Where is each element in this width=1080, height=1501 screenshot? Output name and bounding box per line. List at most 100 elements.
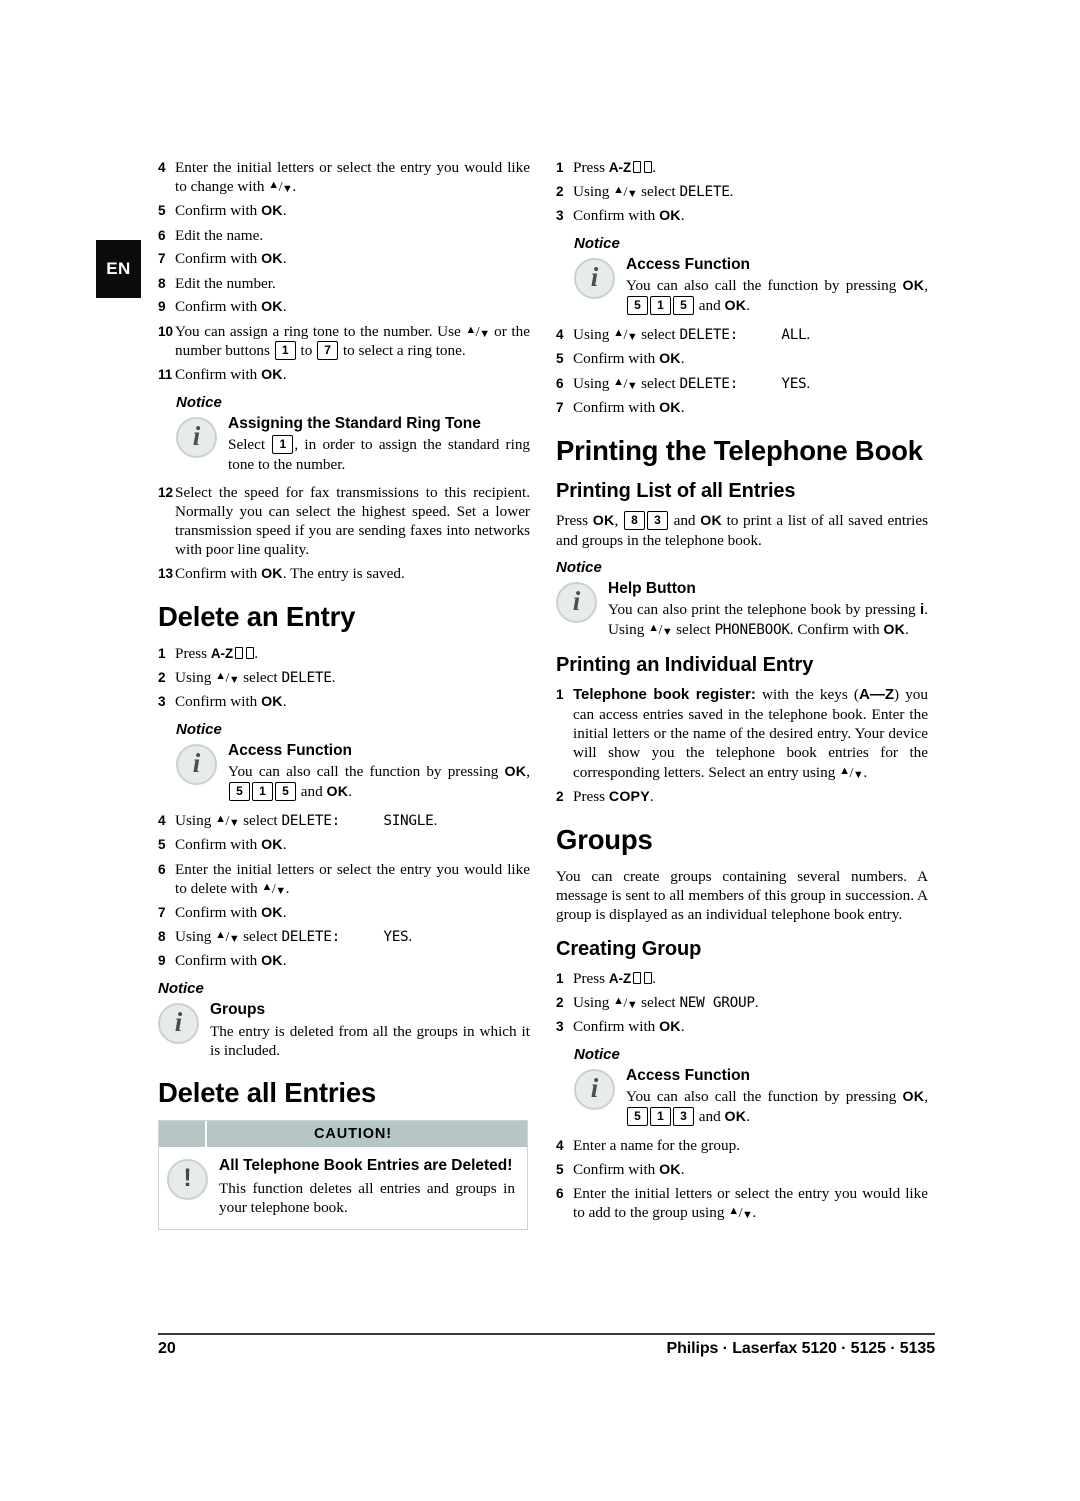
- telephone-book-icon: [633, 161, 653, 174]
- step-number: 7: [158, 251, 166, 267]
- ok-key-label: OK: [261, 203, 283, 220]
- numbered-step: 11 Confirm with OK.: [158, 365, 530, 385]
- notice-label: Notice: [176, 393, 222, 411]
- step-number: 6: [556, 375, 564, 391]
- caution-heading: All Telephone Book Entries are Deleted!: [219, 1157, 513, 1175]
- step-number: 3: [556, 207, 564, 223]
- ok-key-label: OK: [261, 953, 283, 970]
- numbered-step: 2 Using ▲/▼ select DELETE.: [556, 182, 928, 202]
- numbered-step: 5 Confirm with OK.: [158, 835, 530, 855]
- display-text: DELETE: YES: [679, 375, 807, 392]
- notice-text: You can also call the function by pressi…: [626, 1088, 928, 1127]
- caution-icon: !: [167, 1159, 208, 1201]
- display-text: DELETE: [679, 183, 730, 200]
- number-key-7: 7: [317, 341, 339, 361]
- notice-block: Notice i Help Button You can also print the…: [556, 559, 928, 640]
- numbered-step: 3 Confirm with OK.: [556, 1017, 928, 1037]
- step-number: 6: [158, 861, 166, 877]
- left-column: 4 Enter the initial letters or select the…: [158, 158, 531, 1231]
- numbered-step: 2 Using ▲/▼ select NEW GROUP.: [556, 993, 928, 1013]
- step-number: 2: [556, 788, 564, 804]
- groups-paragraph: You can create groups containing several…: [556, 867, 928, 924]
- step-text: Confirm with OK. The entry is saved.: [175, 564, 405, 582]
- step-text: Using ▲/▼ select DELETE: SINGLE.: [175, 811, 438, 829]
- ok-key-label: OK: [261, 904, 283, 921]
- help-key-label: i: [920, 601, 925, 619]
- numbered-step: 6 Enter the initial letters or select the…: [556, 1184, 928, 1223]
- step-number: 1: [556, 971, 564, 987]
- step-text: Edit the name.: [175, 226, 264, 244]
- a-z-keys-label: A—Z: [858, 686, 894, 704]
- notice-text: The entry is deleted from all the groups…: [210, 1022, 530, 1059]
- numbered-step: 2 Press COPY.: [556, 787, 928, 807]
- copy-key-label: COPY: [608, 788, 650, 805]
- ok-key-label: OK: [883, 622, 906, 639]
- numbered-step: 8 Using ▲/▼ select DELETE: YES.: [158, 927, 530, 947]
- step-text: Confirm with OK.: [175, 952, 287, 970]
- display-text: DELETE: YES: [281, 929, 409, 946]
- step-number: 9: [158, 953, 166, 969]
- display-text: DELETE: [281, 669, 332, 686]
- notice-heading: Access Function: [228, 741, 353, 759]
- notice-text: Select 1, in order to assign the standar…: [228, 435, 531, 473]
- number-key-5: 5: [275, 782, 296, 802]
- numbered-step: 4 Using ▲/▼ select DELETE: ALL.: [556, 325, 928, 345]
- step-text: Enter a name for the group.: [573, 1137, 740, 1155]
- step-bold-lead: Telephone book register:: [573, 686, 756, 704]
- footer-brand: Philips · Laserfax 5120 · 5125 · 5135: [666, 1340, 936, 1357]
- display-text: DELETE: ALL: [679, 327, 807, 344]
- caution-icon-slot: !: [167, 1157, 219, 1217]
- numbered-step: 1 Press A-Z.: [556, 158, 928, 177]
- numbered-step: 3 Confirm with OK.: [158, 692, 530, 712]
- step-text: Confirm with OK.: [175, 692, 287, 710]
- ok-key-label: OK: [592, 512, 615, 529]
- info-icon: i: [556, 581, 597, 623]
- numbered-step: 7 Confirm with OK.: [556, 398, 928, 418]
- notice-text: You can also call the function by pressi…: [228, 763, 530, 802]
- numbered-step: 7 Confirm with OK.: [158, 903, 530, 923]
- up-down-arrow-icon: ▲/▼: [728, 1205, 753, 1222]
- ok-key-label: OK: [659, 399, 681, 416]
- step-text: Using ▲/▼ select DELETE: YES.: [573, 374, 811, 392]
- step-number: 5: [158, 837, 166, 853]
- notice-block: Notice i Access Function You can also call …: [574, 1046, 928, 1127]
- ok-key-label: OK: [261, 693, 283, 710]
- notice-heading: Access Function: [626, 1066, 751, 1084]
- step-text: Confirm with OK.: [175, 202, 287, 220]
- up-down-arrow-icon: ▲/▼: [261, 880, 286, 897]
- step-number: 5: [556, 1161, 564, 1177]
- numbered-step: 5 Confirm with OK.: [556, 349, 928, 369]
- a-z-key-label: A-Z: [608, 971, 632, 987]
- numbered-step: 3 Confirm with OK.: [556, 206, 928, 226]
- numbered-step: 8 Edit the number.: [158, 274, 530, 293]
- number-key-8: 8: [623, 510, 645, 530]
- footer: 20 Philips · Laserfax 5120 · 5125 · 5135: [158, 1340, 935, 1358]
- numbered-step: 1 Press A-Z.: [556, 969, 928, 988]
- ok-key-label: OK: [261, 299, 283, 316]
- step-text: Edit the number.: [175, 274, 276, 292]
- ok-key-label: OK: [659, 207, 681, 224]
- step-text: Using ▲/▼ select NEW GROUP.: [573, 993, 759, 1011]
- step-number: 4: [556, 1138, 564, 1154]
- ok-key-label: OK: [700, 512, 722, 529]
- step-number: 2: [158, 669, 166, 685]
- step-text: You can assign a ring tone to the number…: [175, 322, 530, 361]
- step-text: Press A-Z.: [573, 159, 656, 176]
- caution-box: CAUTION!! All Telephone Book Entries are …: [158, 1120, 528, 1231]
- numbered-step: 7 Confirm with OK.: [158, 249, 530, 269]
- step-text: Confirm with OK.: [573, 398, 685, 416]
- step-text: Using ▲/▼ select DELETE: ALL.: [573, 326, 811, 344]
- number-key-1: 1: [650, 1107, 671, 1127]
- notice-icon-slot: i: [176, 415, 228, 474]
- ok-key-label: OK: [659, 351, 681, 368]
- a-z-key-label: A-Z: [210, 645, 234, 661]
- section-heading: Printing the Telephone Book: [556, 434, 923, 466]
- numbered-step: 9 Confirm with OK.: [158, 297, 530, 317]
- number-key-5: 5: [673, 296, 694, 316]
- section-heading: Delete an Entry: [158, 600, 356, 632]
- notice-block: Notice i Access Function You can also call …: [176, 721, 530, 802]
- ok-key-label: OK: [261, 366, 283, 383]
- ok-key-label: OK: [326, 784, 349, 801]
- numbered-step: 5 Confirm with OK.: [556, 1160, 928, 1180]
- step-text: Confirm with OK.: [175, 903, 287, 921]
